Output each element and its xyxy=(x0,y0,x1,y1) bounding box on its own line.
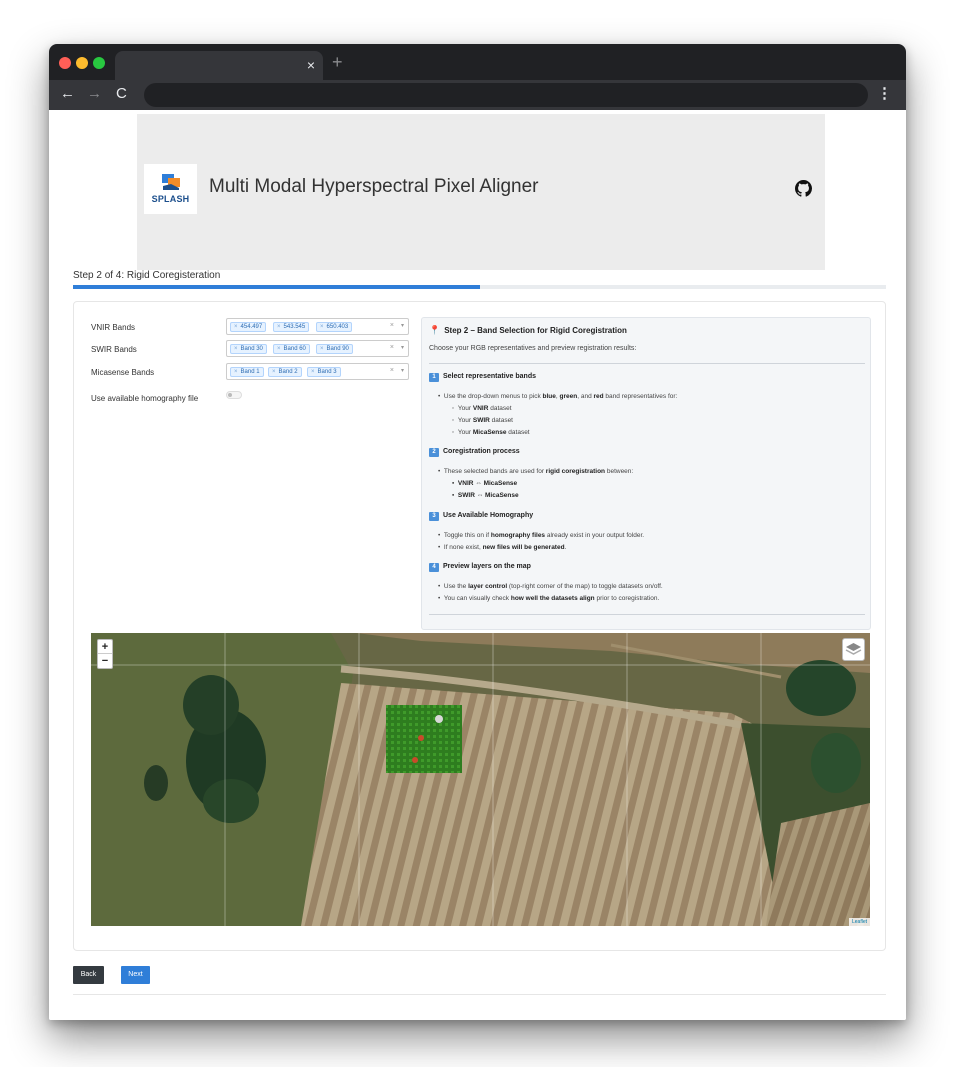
list-item: • Use the layer control (top-right corne… xyxy=(438,583,663,590)
step-label: Step 2 of 4: Rigid Coregisteration xyxy=(73,270,221,281)
browser-menu-icon[interactable]: ⋮ xyxy=(877,84,892,104)
close-window-button[interactable] xyxy=(59,57,71,69)
list-item: ◦ Your MicaSense dataset xyxy=(452,429,530,436)
micasense-chip[interactable]: × Band 2 xyxy=(268,367,302,377)
micasense-chip[interactable]: × Band 1 xyxy=(230,367,264,377)
list-item: • Use the drop-down menus to pick blue, … xyxy=(438,393,678,400)
browser-window: × + ← → C ⋮ SPLASH Multi Modal Hyperspec… xyxy=(49,44,906,1020)
chip-remove-icon[interactable]: × xyxy=(234,369,238,375)
splash-logo-icon xyxy=(162,174,180,190)
chip-remove-icon[interactable]: × xyxy=(234,346,238,352)
zoom-out-button[interactable]: − xyxy=(98,654,112,668)
number-3-icon: 3 xyxy=(429,512,439,521)
back-arrow-icon[interactable]: ← xyxy=(60,84,75,104)
swir-bands-label: SWIR Bands xyxy=(91,345,137,354)
reload-icon[interactable]: C xyxy=(116,84,127,104)
maximize-window-button[interactable] xyxy=(93,57,105,69)
number-2-icon: 2 xyxy=(429,448,439,457)
page-viewport: SPLASH Multi Modal Hyperspectral Pixel A… xyxy=(49,110,906,1020)
zoom-in-button[interactable]: + xyxy=(98,640,112,654)
instructions-panel: 📍 Step 2 – Band Selection for Rigid Coreg… xyxy=(421,317,871,630)
list-item: ◦ Your SWIR dataset xyxy=(452,417,513,424)
chevron-down-icon[interactable]: ▾ xyxy=(401,367,404,374)
next-button[interactable]: Next xyxy=(121,966,150,984)
back-button[interactable]: Back xyxy=(73,966,104,984)
layers-icon xyxy=(845,643,862,655)
section-1-heading: 1 Select representative bands xyxy=(429,373,536,382)
swir-bands-select[interactable]: × Band 30 × Band 60 × Band 90 × ▾ xyxy=(226,340,409,357)
clear-icon[interactable]: × xyxy=(390,322,394,329)
swir-chip[interactable]: × Band 90 xyxy=(316,344,353,354)
vnir-chip[interactable]: × 543.545 xyxy=(273,322,310,332)
list-item: • You can visually check how well the da… xyxy=(438,595,660,602)
browser-tab[interactable]: × xyxy=(115,51,323,80)
chip-remove-icon[interactable]: × xyxy=(320,324,324,330)
micasense-chip[interactable]: × Band 3 xyxy=(307,367,341,377)
chip-remove-icon[interactable]: × xyxy=(234,324,238,330)
micasense-bands-select[interactable]: × Band 1 × Band 2 × Band 3 × ▾ xyxy=(226,363,409,380)
list-item: ◦ Your VNIR dataset xyxy=(452,405,512,412)
satellite-map[interactable]: + − Leaflet xyxy=(91,633,870,926)
chip-remove-icon[interactable]: × xyxy=(311,369,315,375)
layer-control-button[interactable] xyxy=(842,638,865,661)
address-bar[interactable] xyxy=(144,83,868,107)
clear-icon[interactable]: × xyxy=(390,367,394,374)
divider xyxy=(429,363,865,364)
homography-toggle[interactable] xyxy=(226,391,242,399)
instructions-intro: Choose your RGB representatives and prev… xyxy=(429,345,637,352)
vnir-chip[interactable]: × 650.403 xyxy=(316,322,353,332)
number-4-icon: 4 xyxy=(429,563,439,572)
progress-fill xyxy=(73,285,480,289)
toggle-knob xyxy=(228,393,232,397)
chevron-down-icon[interactable]: ▾ xyxy=(401,322,404,329)
bottom-divider xyxy=(73,994,886,995)
pin-icon: 📍 xyxy=(429,325,441,335)
logo-text: SPLASH xyxy=(151,194,190,204)
chip-remove-icon[interactable]: × xyxy=(277,324,281,330)
browser-titlebar: × + xyxy=(49,44,906,80)
homography-label: Use available homography file xyxy=(91,394,199,403)
section-3-heading: 3 Use Available Homography xyxy=(429,512,533,521)
chip-remove-icon[interactable]: × xyxy=(320,346,324,352)
divider xyxy=(429,614,865,615)
progress-bar xyxy=(73,285,886,289)
minimize-window-button[interactable] xyxy=(76,57,88,69)
chip-remove-icon[interactable]: × xyxy=(277,346,281,352)
main-card: VNIR Bands × 454.497 × 543.545 × 650.403 × … xyxy=(73,301,886,951)
micasense-bands-label: Micasense Bands xyxy=(91,368,155,377)
zoom-control: + − xyxy=(97,639,113,669)
section-4-heading: 4 Preview layers on the map xyxy=(429,563,531,572)
new-tab-icon[interactable]: + xyxy=(332,53,343,71)
swir-chip[interactable]: × Band 30 xyxy=(230,344,267,354)
page-title: Multi Modal Hyperspectral Pixel Aligner xyxy=(209,176,539,197)
clear-icon[interactable]: × xyxy=(390,344,394,351)
chip-remove-icon[interactable]: × xyxy=(272,369,276,375)
list-item: ▪ VNIR ⇔ MicaSense xyxy=(452,480,518,487)
chevron-down-icon[interactable]: ▾ xyxy=(401,344,404,351)
number-1-icon: 1 xyxy=(429,373,439,382)
section-2-heading: 2 Coregistration process xyxy=(429,448,520,457)
vnir-bands-select[interactable]: × 454.497 × 543.545 × 650.403 × ▾ xyxy=(226,318,409,335)
forward-arrow-icon[interactable]: → xyxy=(87,84,102,104)
tab-close-icon[interactable]: × xyxy=(307,56,315,74)
vnir-bands-label: VNIR Bands xyxy=(91,323,136,332)
browser-toolbar: ← → C ⋮ xyxy=(49,80,906,110)
list-item: • These selected bands are used for rigi… xyxy=(438,468,634,475)
instructions-title: 📍 Step 2 – Band Selection for Rigid Coreg… xyxy=(429,325,627,335)
splash-logo: SPLASH xyxy=(144,164,197,214)
list-item: • If none exist, new files will be gener… xyxy=(438,544,567,551)
header-banner: SPLASH Multi Modal Hyperspectral Pixel A… xyxy=(137,114,825,270)
list-item: • Toggle this on if homography files alr… xyxy=(438,532,645,539)
swir-chip[interactable]: × Band 60 xyxy=(273,344,310,354)
github-icon[interactable] xyxy=(795,180,812,197)
map-attribution[interactable]: Leaflet xyxy=(848,918,870,926)
vnir-chip[interactable]: × 454.497 xyxy=(230,322,267,332)
list-item: ▪ SWIR ⇔ MicaSense xyxy=(452,492,519,499)
satellite-imagery xyxy=(91,633,870,926)
